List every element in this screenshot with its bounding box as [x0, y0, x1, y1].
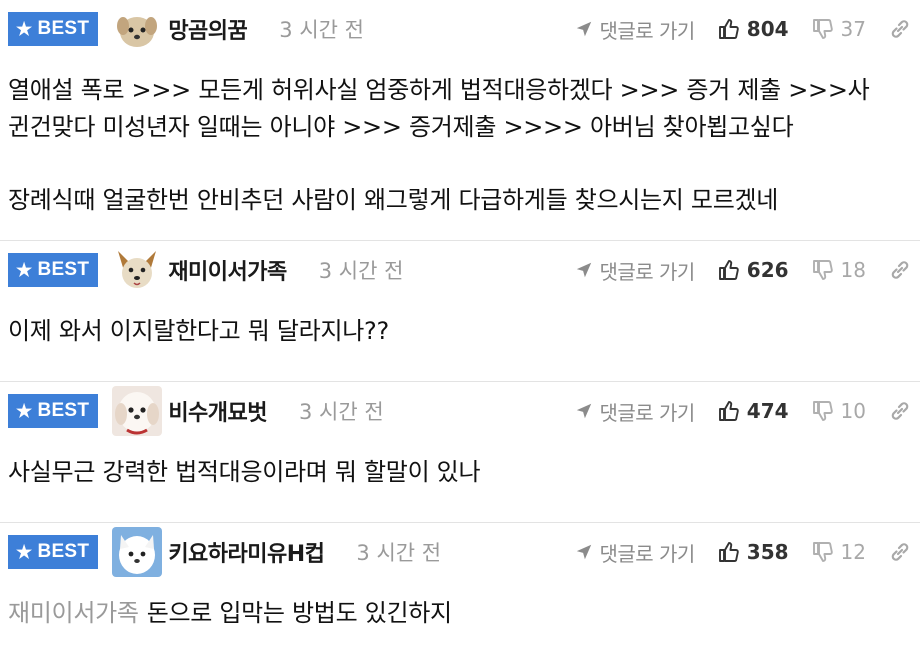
thumbs-down-icon — [811, 258, 835, 282]
timestamp: 3 시간 전 — [299, 400, 384, 424]
best-badge: ★ BEST — [8, 394, 99, 428]
timestamp: 3 시간 전 — [356, 541, 442, 565]
thumbs-down-icon — [811, 17, 835, 41]
white-dog-avatar[interactable] — [112, 386, 163, 436]
comment-line: 열애설 폭로 >>> 모든게 허위사실 엄중하게 법적대응하겠다 >>> 증거 … — [8, 76, 870, 104]
link-icon[interactable] — [888, 258, 912, 282]
dog-avatar[interactable] — [112, 245, 163, 295]
dislike-button[interactable]: 12 — [811, 540, 866, 564]
best-badge: ★ BEST — [8, 12, 99, 46]
link-icon[interactable] — [888, 399, 912, 423]
reply-label: 댓글로 가기 — [599, 259, 695, 284]
comment-actions: 댓글로 가기 474 10 — [575, 382, 912, 440]
comment-line: 장례식때 얼굴한번 안비추던 사람이 왜그렇게 다급하게들 찾으시는지 모르겠네 — [8, 186, 779, 214]
comment-body: 재미이서가족 돈으로 입막는 방법도 있긴하지 — [8, 581, 912, 632]
link-icon[interactable] — [888, 17, 912, 41]
best-label: BEST — [37, 18, 90, 39]
thumbs-down-icon — [811, 540, 835, 564]
comment-header: ★ BEST 키요하라미유H컵 3 시간 전 댓글로 가기 358 12 — [8, 523, 912, 581]
comment-item: ★ BEST 키요하라미유H컵 3 시간 전 댓글로 가기 358 12 재미이… — [0, 523, 920, 656]
nickname[interactable]: 비수개묘벗 — [168, 395, 267, 427]
reply-link[interactable]: 댓글로 가기 — [575, 256, 695, 285]
dislike-button[interactable]: 10 — [811, 399, 866, 423]
comment-header: ★ BEST 망곰의꿈 3 시간 전 댓글로 가기 804 37 — [8, 0, 912, 58]
thumbs-up-icon — [717, 399, 741, 423]
star-icon: ★ — [16, 542, 33, 562]
best-label: BEST — [37, 400, 90, 421]
like-button[interactable]: 626 — [717, 258, 789, 282]
reply-link[interactable]: 댓글로 가기 — [575, 397, 695, 426]
comment-body: 이제 와서 이지랄한다고 뭐 달라지나?? — [8, 299, 912, 350]
comment-header: ★ BEST 비수개묘벗 3 시간 전 댓글로 가기 474 10 — [8, 382, 912, 440]
reply-link[interactable]: 댓글로 가기 — [575, 15, 695, 44]
comment-text-content: 돈으로 입막는 방법도 있긴하지 — [146, 599, 452, 627]
comment-header: ★ BEST 재미이서가족 3 시간 전 댓글로 가기 626 18 — [8, 241, 912, 299]
timestamp: 3 시간 전 — [318, 259, 404, 283]
comment-item: ★ BEST 비수개묘벗 3 시간 전 댓글로 가기 474 10 사실무근 강… — [0, 382, 920, 523]
comment-text: 이제 와서 이지랄한다고 뭐 달라지나?? — [8, 317, 389, 345]
thumbs-up-icon — [717, 540, 741, 564]
reply-link[interactable]: 댓글로 가기 — [575, 538, 695, 567]
comment-actions: 댓글로 가기 804 37 — [575, 0, 912, 58]
dislike-count: 10 — [840, 399, 866, 423]
reply-label: 댓글로 가기 — [599, 18, 695, 43]
comment-item: ★ BEST 망곰의꿈 3 시간 전 댓글로 가기 804 37 열애설 폭로 … — [0, 0, 920, 241]
comment-text: 재미이서가족 돈으로 입막는 방법도 있긴하지 — [8, 595, 912, 632]
star-icon: ★ — [16, 260, 33, 280]
comment-body: 열애설 폭로 >>> 모든게 허위사실 엄중하게 법적대응하겠다 >>> 증거 … — [8, 58, 912, 219]
comment-actions: 댓글로 가기 626 18 — [575, 241, 912, 299]
best-badge: ★ BEST — [8, 253, 99, 287]
nickname[interactable]: 재미이서가족 — [168, 254, 287, 286]
like-button[interactable]: 358 — [717, 540, 789, 564]
like-count: 358 — [746, 540, 789, 564]
puppy-avatar[interactable] — [112, 4, 163, 54]
send-arrow-icon — [575, 402, 593, 420]
like-count: 804 — [746, 17, 789, 41]
snow-dog-avatar[interactable] — [112, 527, 163, 577]
best-label: BEST — [37, 541, 90, 562]
thumbs-up-icon — [717, 258, 741, 282]
send-arrow-icon — [575, 261, 593, 279]
reply-label: 댓글로 가기 — [599, 541, 695, 566]
comment-actions: 댓글로 가기 358 12 — [575, 523, 912, 581]
thumbs-down-icon — [811, 399, 835, 423]
reply-mention[interactable]: 재미이서가족 — [8, 599, 139, 627]
timestamp: 3 시간 전 — [279, 18, 364, 42]
dislike-button[interactable]: 37 — [811, 17, 866, 41]
star-icon: ★ — [16, 19, 33, 39]
dislike-button[interactable]: 18 — [811, 258, 866, 282]
best-badge: ★ BEST — [8, 535, 99, 569]
dislike-count: 37 — [840, 17, 866, 41]
like-button[interactable]: 474 — [717, 399, 789, 423]
dislike-count: 18 — [840, 258, 866, 282]
reply-label: 댓글로 가기 — [599, 400, 695, 425]
nickname[interactable]: 키요하라미유H컵 — [168, 536, 325, 568]
like-count: 626 — [746, 258, 789, 282]
like-button[interactable]: 804 — [717, 17, 789, 41]
comment-line: 귄건맞다 미성년자 일때는 아니야 >>> 증거제출 >>>> 아버님 찾아뵙고… — [8, 113, 794, 141]
star-icon: ★ — [16, 401, 33, 421]
send-arrow-icon — [575, 20, 593, 38]
link-icon[interactable] — [888, 540, 912, 564]
like-count: 474 — [746, 399, 789, 423]
send-arrow-icon — [575, 543, 593, 561]
comment-item: ★ BEST 재미이서가족 3 시간 전 댓글로 가기 626 18 이제 와서… — [0, 241, 920, 382]
thumbs-up-icon — [717, 17, 741, 41]
best-label: BEST — [37, 259, 90, 280]
dislike-count: 12 — [840, 540, 866, 564]
comment-text: 사실무근 강력한 법적대응이라며 뭐 할말이 있나 — [8, 458, 481, 486]
nickname[interactable]: 망곰의꿈 — [168, 13, 247, 45]
comment-body: 사실무근 강력한 법적대응이라며 뭐 할말이 있나 — [8, 440, 912, 491]
